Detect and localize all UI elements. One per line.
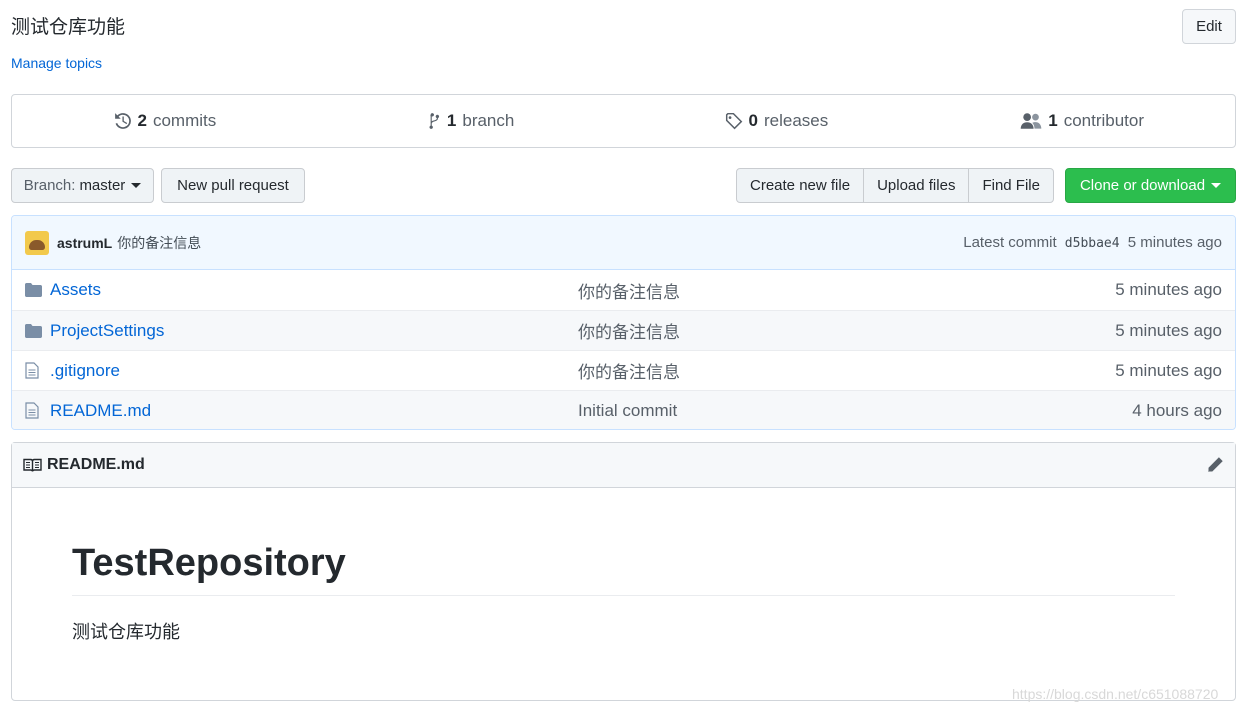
repo-description: 测试仓库功能 bbox=[11, 17, 126, 38]
folder-icon bbox=[25, 283, 45, 297]
branch-select-button[interactable]: Branch: master bbox=[11, 168, 154, 203]
latest-commit-label: Latest commit bbox=[963, 234, 1057, 251]
clone-or-download-button[interactable]: Clone or download bbox=[1065, 168, 1236, 203]
file-icon bbox=[25, 362, 45, 379]
file-name[interactable]: .gitignore bbox=[50, 361, 578, 381]
new-pull-request-button[interactable]: New pull request bbox=[161, 168, 305, 203]
file-age: 5 minutes ago bbox=[1115, 280, 1222, 299]
branch-prefix: Branch: bbox=[23, 177, 76, 194]
readme-filename: README.md bbox=[47, 456, 145, 473]
file-icon bbox=[25, 402, 45, 419]
repo-summary-bar: 2 commits 1 branch 0 releases 1 contribu… bbox=[11, 94, 1236, 148]
file-commit-message[interactable]: 你的备注信息 bbox=[578, 358, 1115, 383]
commit-message[interactable]: 你的备注信息 bbox=[117, 233, 201, 253]
file-browser: astrumL 你的备注信息 Latest commit d5bbae4 5 m… bbox=[11, 215, 1236, 430]
people-icon bbox=[1020, 112, 1042, 130]
file-row[interactable]: Assets 你的备注信息 5 minutes ago bbox=[12, 270, 1235, 310]
file-commit-message[interactable]: 你的备注信息 bbox=[578, 318, 1115, 343]
pencil-icon[interactable] bbox=[1206, 456, 1224, 474]
readme-content: TestRepository 测试仓库功能 bbox=[12, 542, 1235, 644]
create-new-file-button[interactable]: Create new file bbox=[736, 168, 865, 203]
history-icon bbox=[114, 112, 132, 130]
releases-count: 0 bbox=[748, 111, 758, 130]
caret-down-icon bbox=[1211, 183, 1222, 188]
readme-header: README.md bbox=[12, 443, 1235, 488]
file-age: 5 minutes ago bbox=[1115, 320, 1222, 340]
file-actions-group: Create new file Upload files Find File bbox=[736, 168, 1054, 203]
tag-icon bbox=[725, 112, 743, 130]
commit-time: 5 minutes ago bbox=[1127, 234, 1222, 251]
releases-link[interactable]: 0 releases bbox=[624, 95, 930, 147]
contributor-count: 1 bbox=[1048, 111, 1058, 130]
find-file-button[interactable]: Find File bbox=[968, 168, 1054, 203]
readme-heading: TestRepository bbox=[72, 542, 1175, 596]
file-row[interactable]: ProjectSettings 你的备注信息 5 minutes ago bbox=[12, 310, 1235, 350]
commit-author[interactable]: astrumL bbox=[57, 235, 112, 251]
clone-label: Clone or download bbox=[1079, 177, 1206, 194]
file-row[interactable]: .gitignore 你的备注信息 5 minutes ago bbox=[12, 350, 1235, 390]
commits-link[interactable]: 2 commits bbox=[12, 95, 318, 147]
commits-label: commits bbox=[152, 111, 217, 130]
file-age: 5 minutes ago bbox=[1115, 360, 1222, 380]
folder-icon bbox=[25, 323, 45, 338]
latest-commit-bar: astrumL 你的备注信息 Latest commit d5bbae4 5 m… bbox=[12, 216, 1235, 270]
file-commit-message[interactable]: 你的备注信息 bbox=[578, 278, 1115, 303]
readme-paragraph: 测试仓库功能 bbox=[72, 622, 180, 642]
file-name[interactable]: ProjectSettings bbox=[50, 321, 578, 341]
commit-sha[interactable]: d5bbae4 bbox=[1065, 236, 1120, 251]
latest-commit-info: Latest commit d5bbae4 5 minutes ago bbox=[963, 234, 1222, 251]
edit-button[interactable]: Edit bbox=[1182, 9, 1236, 44]
book-icon bbox=[23, 458, 42, 473]
file-age: 4 hours ago bbox=[1132, 400, 1222, 420]
commits-count: 2 bbox=[137, 111, 147, 130]
caret-down-icon bbox=[131, 183, 142, 188]
git-branch-icon bbox=[427, 112, 441, 130]
releases-label: releases bbox=[763, 111, 829, 130]
file-row[interactable]: README.md Initial commit 4 hours ago bbox=[12, 390, 1235, 429]
branches-link[interactable]: 1 branch bbox=[318, 95, 624, 147]
watermark: https://blog.csdn.net/c651088720 bbox=[1012, 686, 1219, 702]
readme-panel: README.md TestRepository 测试仓库功能 bbox=[11, 442, 1236, 701]
file-commit-message[interactable]: Initial commit bbox=[578, 401, 1132, 421]
branch-count: 1 bbox=[446, 111, 457, 130]
branch-label: branch bbox=[462, 111, 515, 130]
manage-topics-link[interactable]: Manage topics bbox=[11, 55, 102, 71]
contributor-label: contributor bbox=[1063, 111, 1145, 130]
file-name[interactable]: Assets bbox=[50, 280, 578, 300]
avatar[interactable] bbox=[25, 230, 49, 255]
branch-value: master bbox=[79, 177, 126, 194]
upload-files-button[interactable]: Upload files bbox=[863, 168, 970, 203]
contributors-link[interactable]: 1 contributor bbox=[929, 95, 1235, 147]
file-name[interactable]: README.md bbox=[50, 401, 578, 421]
